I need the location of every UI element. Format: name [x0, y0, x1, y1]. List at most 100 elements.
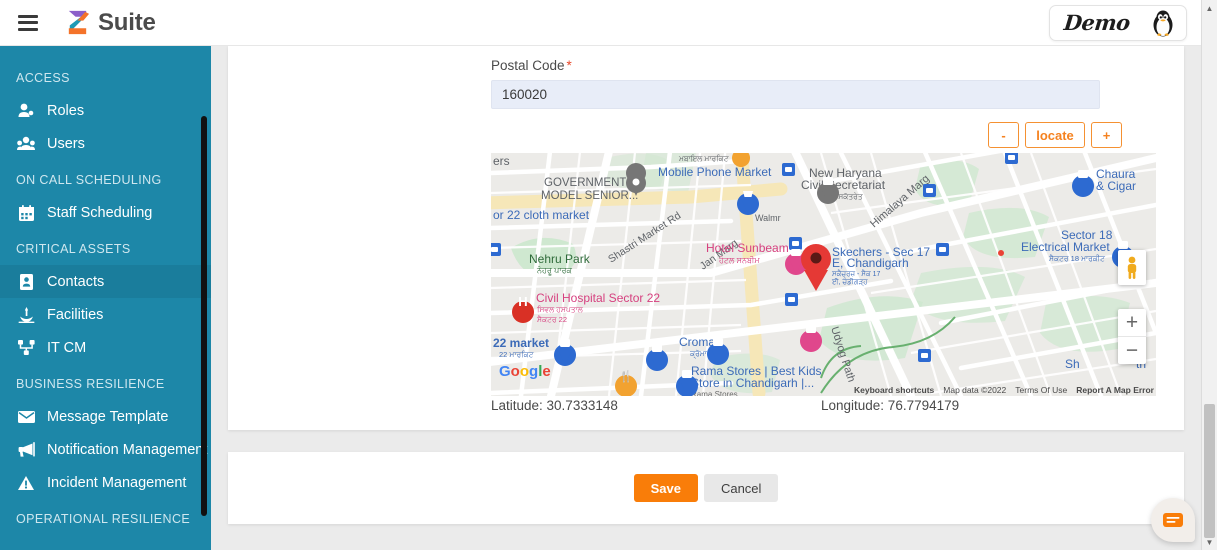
- coordinates-row: Latitude: 30.7333148 Longitude: 76.77941…: [491, 398, 1156, 413]
- postal-code-field-group: Postal Code *: [228, 46, 1184, 109]
- sidebar-item-users[interactable]: Users: [0, 127, 211, 160]
- contact-card-icon: [16, 273, 36, 291]
- sidebar-item-roles[interactable]: Roles: [0, 94, 211, 127]
- calendar-icon: [16, 204, 36, 222]
- warning-triangle-icon: [16, 474, 36, 492]
- map-data-text: Map data ©2022: [943, 385, 1007, 395]
- required-marker: *: [566, 58, 572, 73]
- map-zoom-out-button[interactable]: -: [988, 122, 1019, 148]
- sidebar-item-notification-management[interactable]: Notification Management: [0, 433, 211, 466]
- scrollbar-thumb[interactable]: [1204, 404, 1215, 538]
- save-button[interactable]: Save: [633, 474, 698, 502]
- map-zoom-controls: + −: [1118, 309, 1146, 364]
- sidebar-scrollbar[interactable]: [201, 116, 207, 516]
- sidebar-item-it-cm[interactable]: IT CM: [0, 331, 211, 364]
- report-map-error-link[interactable]: Report A Map Error: [1076, 385, 1154, 395]
- map-locate-button[interactable]: locate: [1025, 122, 1085, 148]
- envelope-icon: [16, 408, 36, 426]
- svg-text:🍴: 🍴: [619, 370, 633, 383]
- tux-penguin-avatar[interactable]: [1150, 9, 1176, 37]
- poi-pin-grey-2: [817, 177, 840, 204]
- map-pois: H 🍴: [491, 153, 1135, 396]
- scroll-up-arrow[interactable]: ▲: [1202, 0, 1217, 16]
- longitude-value: Longitude: 76.7794179: [821, 398, 960, 413]
- users-icon: [16, 135, 36, 153]
- street-view-pegman-icon[interactable]: [1118, 250, 1146, 285]
- poi-pin-pink-2: [800, 326, 823, 352]
- google-g2: g: [529, 363, 539, 380]
- scroll-down-arrow[interactable]: ▼: [1202, 534, 1217, 550]
- sidebar-item-label: Message Template: [47, 408, 169, 425]
- google-logo: Google: [499, 363, 551, 380]
- sidebar-item-label: Incident Management: [47, 474, 187, 491]
- sitemap-icon: [16, 339, 36, 357]
- megaphone-icon: [16, 441, 36, 459]
- sidebar-section-title: OPERATIONAL RESILIENCE: [16, 512, 191, 526]
- poi-pin-grey: [626, 163, 647, 196]
- sidebar-item-label: Users: [47, 135, 85, 152]
- poi-pin-blue-6: [554, 339, 577, 366]
- sidebar-item-label: Facilities: [47, 306, 104, 323]
- brand-name: Suite: [98, 8, 156, 36]
- map-selected-marker: [801, 244, 831, 291]
- top-navbar: Suite Demo: [0, 0, 1201, 46]
- sidebar-item-label: Roles: [47, 102, 85, 119]
- poi-pin-orange-2: [732, 153, 750, 167]
- sidebar-item-label: Notification Management: [47, 441, 208, 458]
- sidebar-item-label: IT CM: [47, 339, 87, 356]
- map-zoom-out-icon[interactable]: −: [1118, 337, 1146, 364]
- poi-pin-blue-chaura: [1072, 170, 1095, 197]
- map-zoom-in-button[interactable]: +: [1091, 122, 1122, 148]
- poi-pin-blue-1: [737, 191, 760, 215]
- actions-card: Save Cancel: [228, 452, 1184, 524]
- sidebar-item-contacts[interactable]: Contacts: [0, 265, 211, 298]
- account-badge[interactable]: Demo: [1049, 4, 1187, 41]
- map-attribution: Keyboard shortcuts Map data ©2022 Terms …: [854, 385, 1154, 395]
- main-content: Postal Code* - locate +: [211, 46, 1201, 550]
- hamburger-icon[interactable]: [18, 14, 38, 31]
- google-o2: o: [519, 363, 530, 380]
- sidebar-item-incident-management[interactable]: Incident Management: [0, 466, 211, 499]
- poi-pin-blue-2: [676, 370, 698, 396]
- chat-bubble-icon: [1163, 513, 1183, 527]
- sidebar-section-title: ON CALL SCHEDULING: [16, 173, 162, 187]
- latitude-value: Latitude: 30.7333148: [491, 398, 618, 413]
- sidebar-item-staff-scheduling[interactable]: Staff Scheduling: [0, 196, 211, 229]
- poi-pin-blue-3: [707, 338, 730, 365]
- google-e: e: [542, 363, 551, 380]
- poi-pin-hospital: H: [512, 294, 535, 323]
- sidebar: ACCESS Roles Users ON CALL SCHEDULING Staff …: [0, 46, 211, 550]
- postal-code-label: Postal Code *: [491, 58, 1124, 73]
- z-logo-icon: [68, 10, 90, 35]
- org-logo-text: Demo: [1062, 10, 1132, 35]
- cancel-button[interactable]: Cancel: [703, 474, 779, 502]
- map-dot-marker: [998, 250, 1004, 256]
- browser-scrollbar[interactable]: ▲ ▼: [1201, 0, 1217, 550]
- user-role-icon: [16, 102, 36, 120]
- google-o1: o: [510, 363, 520, 380]
- map-control-buttons: - locate +: [988, 122, 1122, 148]
- map-zoom-in-icon[interactable]: +: [1118, 309, 1146, 336]
- sidebar-item-message-template[interactable]: Message Template: [0, 400, 211, 433]
- facilities-icon: [16, 306, 36, 324]
- sidebar-section-title: CRITICAL ASSETS: [16, 242, 131, 256]
- google-g1: G: [499, 363, 511, 380]
- terms-of-use-link[interactable]: Terms Of Use: [1015, 385, 1067, 395]
- postal-code-input[interactable]: [491, 80, 1100, 109]
- app-root: Suite Demo ACCESS Roles Users ON CALL SCHED…: [0, 0, 1217, 550]
- svg-text:H: H: [518, 294, 527, 309]
- poi-pin-blue-5: [646, 344, 669, 371]
- sidebar-section-title: BUSINESS RESILIENCE: [16, 377, 165, 391]
- sidebar-item-label: Staff Scheduling: [47, 204, 153, 221]
- sidebar-section-title: ACCESS: [16, 71, 70, 85]
- postal-code-label-text: Postal Code: [491, 58, 565, 73]
- sidebar-item-label: Contacts: [47, 273, 105, 290]
- chat-widget-button[interactable]: [1151, 498, 1195, 542]
- brand[interactable]: Suite: [64, 8, 156, 37]
- poi-pin-restaurant: 🍴: [615, 370, 637, 396]
- keyboard-shortcuts-link[interactable]: Keyboard shortcuts: [854, 385, 934, 395]
- sidebar-nav: ACCESS Roles Users ON CALL SCHEDULING Staff …: [0, 46, 211, 535]
- form-card: Postal Code* - locate +: [228, 46, 1184, 430]
- google-map[interactable]: ers GOVERNMENT MODEL SENIOR... or 22 cloth …: [491, 153, 1156, 396]
- sidebar-item-facilities[interactable]: Facilities: [0, 298, 211, 331]
